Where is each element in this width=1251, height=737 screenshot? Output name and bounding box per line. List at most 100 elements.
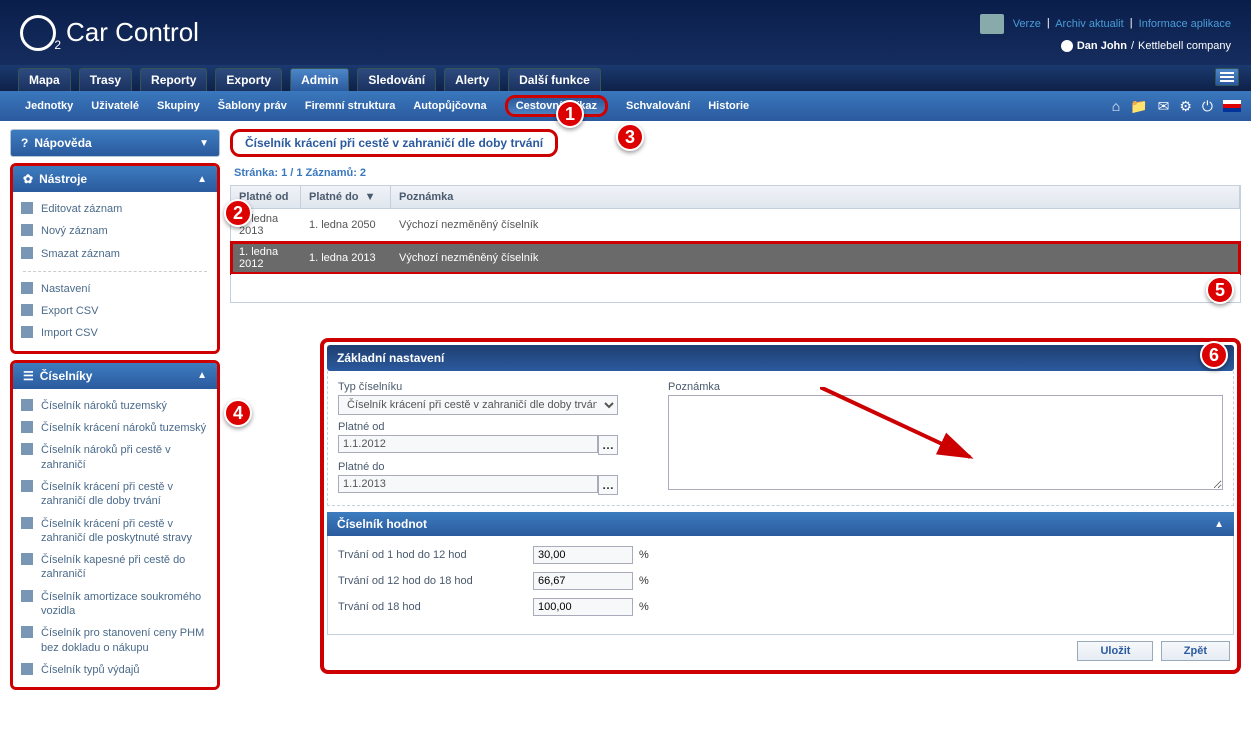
subnav-5[interactable]: Autopůjčovna bbox=[413, 100, 486, 112]
values-header[interactable]: Číselník hodnot ▲ bbox=[327, 512, 1234, 536]
back-button[interactable]: Zpět bbox=[1161, 641, 1230, 661]
link-archiv[interactable]: Archiv aktualit bbox=[1055, 17, 1123, 29]
col-to[interactable]: Platné do ▼ bbox=[301, 186, 391, 208]
callout-4: 4 bbox=[224, 399, 252, 427]
callout-5: 5 bbox=[1206, 276, 1234, 304]
list-item[interactable]: Číselník nároků tuzemský bbox=[13, 395, 217, 417]
windows-icon bbox=[980, 14, 1004, 34]
value-input[interactable] bbox=[533, 598, 633, 616]
label-type: Typ číselníku bbox=[338, 381, 648, 393]
value-label: Trvání od 18 hod bbox=[338, 601, 533, 613]
page-title: Číselník krácení při cestě v zahraničí d… bbox=[230, 129, 558, 157]
tab-reporty[interactable]: Reporty bbox=[140, 68, 207, 91]
header-right: Verze | Archiv aktualit | Informace apli… bbox=[980, 14, 1231, 52]
tools-item[interactable]: Nastavení bbox=[13, 278, 217, 300]
chevron-down-icon: ▼ bbox=[199, 138, 209, 149]
tab-mapa[interactable]: Mapa bbox=[18, 68, 71, 91]
tab-další funkce[interactable]: Další funkce bbox=[508, 68, 601, 91]
callout-6: 6 bbox=[1200, 341, 1228, 369]
list-item[interactable]: Číselník krácení nároků tuzemský bbox=[13, 417, 217, 439]
list-item[interactable]: Číselník nároků při cestě v zahraničí bbox=[13, 439, 217, 476]
list-item[interactable]: Číselník typů výdajů bbox=[13, 659, 217, 681]
flag-icon[interactable] bbox=[1223, 100, 1241, 112]
value-row: Trvání od 1 hod do 12 hod% bbox=[338, 546, 1223, 564]
subnav-7[interactable]: Schvalování bbox=[626, 100, 690, 112]
main-tabs: Mapa Trasy Reporty Exporty Admin Sledování Ale… bbox=[0, 65, 1251, 91]
value-label: Trvání od 1 hod do 12 hod bbox=[338, 549, 533, 561]
chevron-up-icon: ▲ bbox=[1214, 519, 1224, 530]
to-input[interactable] bbox=[338, 475, 598, 493]
list-item[interactable]: Číselník amortizace soukromého vozidla bbox=[13, 586, 217, 623]
home-icon[interactable]: ⌂ bbox=[1112, 98, 1120, 114]
app-header: Car Control Verze | Archiv aktualit | In… bbox=[0, 0, 1251, 65]
subnav-2[interactable]: Skupiny bbox=[157, 100, 200, 112]
panel-lists: ☰Číselníky▲ Číselník nároků tuzemskýČíse… bbox=[10, 360, 220, 690]
table-row[interactable]: 1. ledna 2013 1. ledna 2050 Výchozí nezm… bbox=[231, 209, 1240, 242]
subnav-0[interactable]: Jednotky bbox=[25, 100, 73, 112]
tools-item[interactable]: Smazat záznam bbox=[13, 243, 217, 265]
table-row-selected[interactable]: 1. ledna 2012 1. ledna 2013 Výchozí nezm… bbox=[231, 242, 1240, 274]
save-button[interactable]: Uložit bbox=[1077, 641, 1153, 661]
list-item[interactable]: Číselník pro stanovení ceny PHM bez dokl… bbox=[13, 622, 217, 659]
value-input[interactable] bbox=[533, 546, 633, 564]
hamburger-icon[interactable] bbox=[1215, 68, 1239, 86]
user-info: Dan John / Kettlebell company bbox=[980, 40, 1231, 52]
tab-sledování[interactable]: Sledování bbox=[357, 68, 436, 91]
list-item[interactable]: Číselník kapesné při cestě do zahraničí bbox=[13, 549, 217, 586]
gear-icon[interactable]: ⚙ bbox=[1179, 98, 1192, 115]
sub-nav: Jednotky Uživatelé Skupiny Šablony práv Fire… bbox=[0, 91, 1251, 121]
o2-logo-icon bbox=[20, 15, 56, 51]
company-name: Kettlebell company bbox=[1138, 40, 1231, 52]
logo: Car Control bbox=[20, 15, 199, 51]
tools-item[interactable]: Export CSV bbox=[13, 300, 217, 322]
chevron-up-icon: ▲ bbox=[197, 174, 207, 185]
from-input[interactable] bbox=[338, 435, 598, 453]
col-note[interactable]: Poznámka bbox=[391, 186, 1240, 208]
list-item[interactable]: Číselník krácení při cestě v zahraničí d… bbox=[13, 476, 217, 513]
mail-icon[interactable]: ✉ bbox=[1158, 98, 1170, 115]
tools-item[interactable]: Nový záznam bbox=[13, 220, 217, 242]
label-from: Platné od bbox=[338, 421, 648, 433]
panel-tools: ✿Nástroje▲ Editovat záznamNový záznamSma… bbox=[10, 163, 220, 354]
tools-item[interactable]: Editovat záznam bbox=[13, 198, 217, 220]
content: Číselník krácení při cestě v zahraničí d… bbox=[230, 129, 1241, 696]
subnav-4[interactable]: Firemní struktura bbox=[305, 100, 395, 112]
gear-icon: ✿ bbox=[23, 172, 33, 186]
date-picker-button[interactable]: … bbox=[598, 475, 618, 495]
sidebar: ?Nápověda▼ ✿Nástroje▲ Editovat záznamNov… bbox=[10, 129, 220, 696]
label-note: Poznámka bbox=[668, 381, 1223, 393]
records-table: Platné od Platné do ▼ Poznámka 1. ledna … bbox=[230, 185, 1241, 303]
tab-alerty[interactable]: Alerty bbox=[444, 68, 500, 91]
note-textarea[interactable] bbox=[668, 395, 1223, 490]
tab-admin[interactable]: Admin bbox=[290, 68, 349, 91]
value-label: Trvání od 12 hod do 18 hod bbox=[338, 575, 533, 587]
list-item[interactable]: Číselník krácení při cestě v zahraničí d… bbox=[13, 513, 217, 550]
folder-icon[interactable]: 📁 bbox=[1130, 98, 1147, 115]
value-input[interactable] bbox=[533, 572, 633, 590]
power-icon[interactable]: ⏻ bbox=[1202, 98, 1213, 115]
link-verze[interactable]: Verze bbox=[1013, 17, 1041, 29]
subnav-1[interactable]: Uživatelé bbox=[91, 100, 139, 112]
tab-trasy[interactable]: Trasy bbox=[79, 68, 132, 91]
link-info[interactable]: Informace aplikace bbox=[1139, 17, 1231, 29]
subnav-3[interactable]: Šablony práv bbox=[218, 100, 287, 112]
value-row: Trvání od 12 hod do 18 hod% bbox=[338, 572, 1223, 590]
subnav-icons: ⌂ 📁 ✉ ⚙ ⏻ bbox=[1112, 98, 1241, 115]
subnav-8[interactable]: Historie bbox=[708, 100, 749, 112]
tab-exporty[interactable]: Exporty bbox=[215, 68, 282, 91]
panel-help[interactable]: ?Nápověda▼ bbox=[10, 129, 220, 157]
callout-2: 2 bbox=[224, 199, 252, 227]
pct-label: % bbox=[639, 575, 649, 587]
form-panel: Základní nastavení 6 Typ číselníku Čísel… bbox=[320, 338, 1241, 674]
date-picker-button[interactable]: … bbox=[598, 435, 618, 455]
value-row: Trvání od 18 hod% bbox=[338, 598, 1223, 616]
callout-3: 3 bbox=[616, 123, 644, 151]
label-to: Platné do bbox=[338, 461, 648, 473]
tools-item[interactable]: Import CSV bbox=[13, 322, 217, 344]
header-links: Verze | Archiv aktualit | Informace apli… bbox=[980, 14, 1231, 34]
user-icon bbox=[1061, 40, 1073, 52]
list-icon: ☰ bbox=[23, 369, 34, 383]
page-stats: Stránka: 1 / 1 Záznamů: 2 bbox=[234, 167, 1241, 179]
app-name: Car Control bbox=[66, 17, 199, 48]
type-select[interactable]: Číselník krácení při cestě v zahraničí d… bbox=[338, 395, 618, 415]
